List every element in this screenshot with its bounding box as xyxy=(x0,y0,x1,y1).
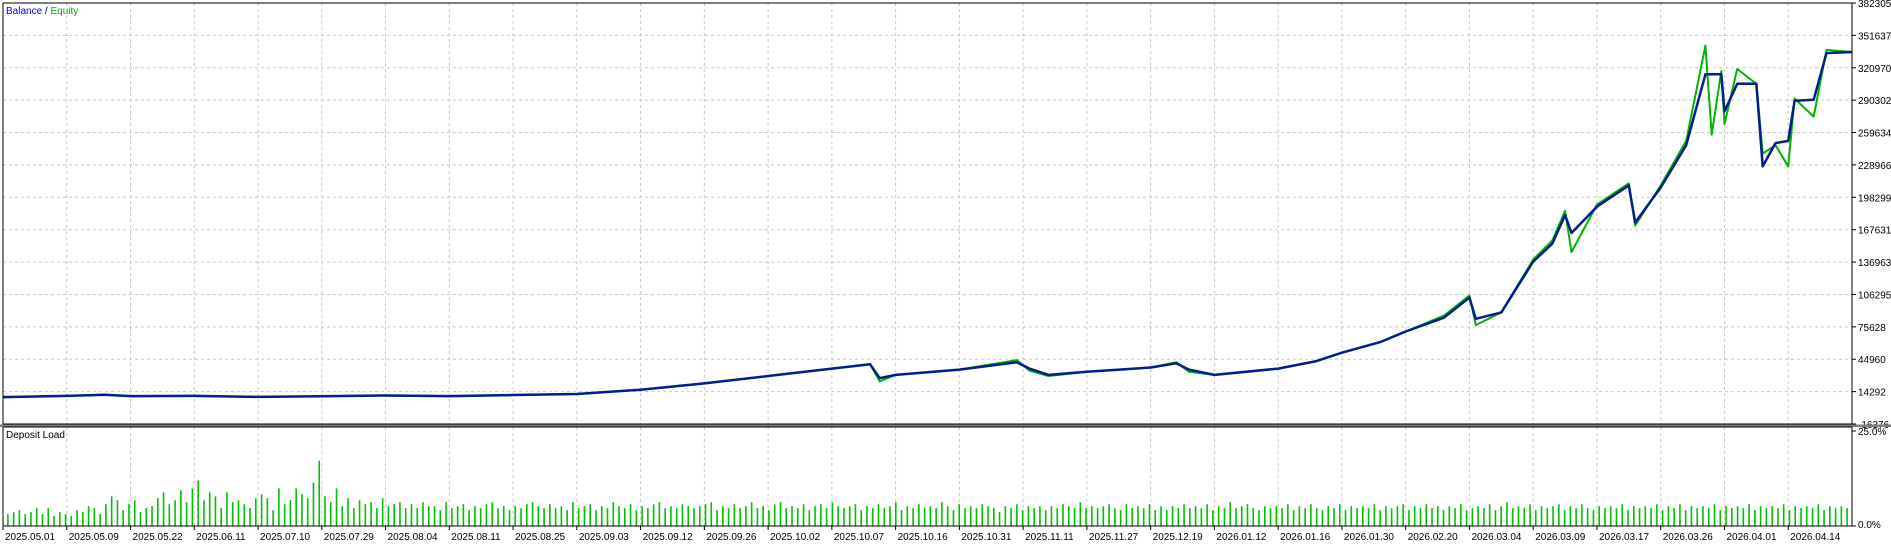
chart-background xyxy=(0,0,1891,544)
y-tick-label: 136963 xyxy=(1858,258,1891,269)
y-tick-label: 14292 xyxy=(1858,388,1886,399)
y-tick-label: 382305 xyxy=(1858,0,1891,10)
y-tick-label: 75628 xyxy=(1858,323,1886,334)
tester-chart-svg: 382305 351637 320970 290302 259634 228966 1982… xyxy=(0,0,1891,544)
legend-equity: Equity xyxy=(50,6,78,17)
x-tick-label: 2026.03.26 xyxy=(1663,532,1713,543)
deposit-load-title: Deposit Load xyxy=(6,430,65,441)
legend-balance: Balance xyxy=(6,6,43,17)
x-tick-label: 2025.10.16 xyxy=(898,532,948,543)
load-y-tick-label: 0.0% xyxy=(1858,520,1881,531)
legend: Balance / Equity xyxy=(6,6,78,17)
y-tick-label: 106295 xyxy=(1858,290,1891,301)
x-tick-label: 2026.02.20 xyxy=(1408,532,1458,543)
x-tick-label: 2025.07.29 xyxy=(324,532,374,543)
x-tick-label: 2026.01.16 xyxy=(1280,532,1330,543)
y-tick-label: 351637 xyxy=(1858,31,1891,42)
x-tick-label: 2025.05.09 xyxy=(69,532,119,543)
x-tick-label: 2025.09.03 xyxy=(579,532,629,543)
x-tick-label: 2026.04.14 xyxy=(1790,532,1840,543)
x-tick-label: 2025.05.22 xyxy=(133,532,183,543)
x-tick-label: 2025.09.12 xyxy=(643,532,693,543)
y-tick-label: 320970 xyxy=(1858,64,1891,75)
x-tick-label: 2026.03.04 xyxy=(1471,532,1521,543)
x-tick-label: 2026.01.30 xyxy=(1344,532,1394,543)
x-tick-label: 2025.08.25 xyxy=(515,532,565,543)
x-tick-label: 2025.11.11 xyxy=(1025,532,1074,543)
y-tick-label: 44960 xyxy=(1858,355,1886,366)
x-tick-label: 2025.05.01 xyxy=(5,532,55,543)
strategy-tester-graph: 382305 351637 320970 290302 259634 228966 1982… xyxy=(0,0,1891,544)
x-tick-label: 2025.08.04 xyxy=(388,532,438,543)
x-tick-label: 2025.10.02 xyxy=(770,532,820,543)
legend-text: Balance / Equity xyxy=(6,6,78,17)
x-tick-label: 2025.06.11 xyxy=(196,532,246,543)
y-tick-label: 228966 xyxy=(1858,161,1891,172)
x-tick-label: 2025.10.07 xyxy=(834,532,884,543)
x-tick-label: 2026.03.17 xyxy=(1599,532,1649,543)
y-tick-label: 167631 xyxy=(1858,226,1891,237)
y-tick-label: 290302 xyxy=(1858,96,1891,107)
load-y-tick-label: 25.0% xyxy=(1858,427,1886,438)
x-tick-label: 2025.10.31 xyxy=(961,532,1011,543)
y-tick-label: 198299 xyxy=(1858,193,1891,204)
x-tick-label: 2025.09.26 xyxy=(706,532,756,543)
x-tick-label: 2025.11.27 xyxy=(1089,532,1139,543)
x-tick-label: 2026.03.09 xyxy=(1535,532,1585,543)
legend-separator: / xyxy=(42,6,50,17)
x-tick-label: 2025.12.19 xyxy=(1153,532,1203,543)
x-tick-label: 2026.01.12 xyxy=(1216,532,1266,543)
x-tick-label: 2025.07.10 xyxy=(260,532,310,543)
x-tick-label: 2025.08.11 xyxy=(451,532,501,543)
y-tick-label: 259634 xyxy=(1858,129,1891,140)
x-tick-label: 2026.04.01 xyxy=(1726,532,1776,543)
